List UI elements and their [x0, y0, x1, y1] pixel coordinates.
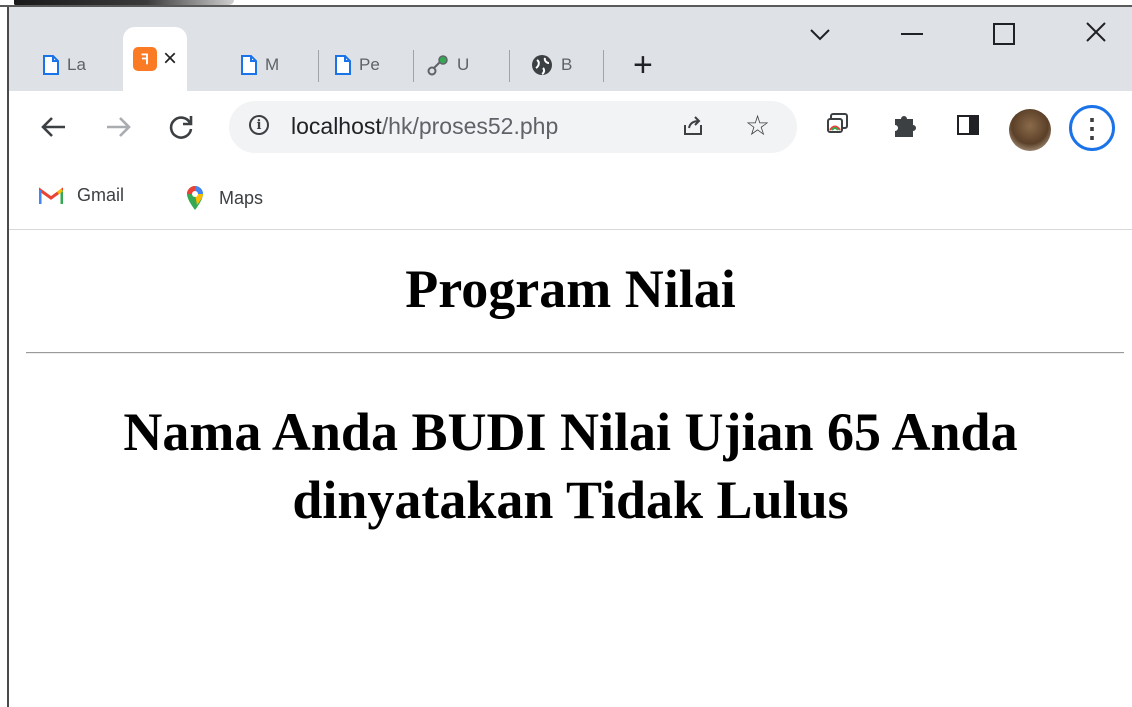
tab-strip: La ꟻ × M Pe U B +: [9, 7, 1132, 91]
tab-1[interactable]: La: [43, 47, 86, 83]
result-message: Nama Anda BUDI Nilai Ujian 65 Anda dinya…: [123, 402, 1018, 530]
tab-separator: [413, 50, 414, 82]
tab-4-label: Pe: [359, 55, 380, 74]
tab-separator: [603, 50, 604, 82]
link-icon: [427, 55, 448, 76]
bookmark-star-button[interactable]: ☆: [745, 109, 770, 142]
puzzle-icon: [895, 116, 916, 137]
address-bar[interactable]: i localhost/hk/proses52.php ☆: [229, 101, 797, 153]
xampp-icon: ꟻ: [133, 47, 157, 71]
url-path: /hk/proses52.php: [381, 113, 559, 139]
forward-arrow-icon: [107, 117, 131, 137]
tab-search-button[interactable]: [809, 21, 831, 49]
page-content: Program Nilai Nama Anda BUDI Nilai Ujian…: [9, 230, 1132, 707]
reload-button[interactable]: [167, 113, 195, 150]
star-icon: ☆: [745, 110, 771, 141]
tab-separator: [509, 50, 510, 82]
close-window-button[interactable]: [1085, 21, 1107, 50]
share-icon: [684, 116, 702, 135]
bookmark-maps[interactable]: Maps: [185, 185, 263, 211]
chrome-menu-button[interactable]: ⋮: [1069, 105, 1115, 151]
back-button[interactable]: [39, 113, 67, 150]
tab-3[interactable]: M: [241, 47, 279, 83]
document-icon: [241, 55, 257, 75]
share-button[interactable]: [681, 113, 705, 143]
tab-1-label: La: [67, 55, 86, 74]
tab-5[interactable]: U: [427, 47, 469, 83]
new-tab-button[interactable]: +: [633, 47, 653, 83]
tab-5-label: U: [457, 55, 470, 74]
tab-4[interactable]: Pe: [335, 47, 380, 83]
horizontal-rule: [26, 352, 1124, 354]
browser-window: La ꟻ × M Pe U B + i localhost/hk/proses5…: [7, 7, 1132, 707]
minimize-icon: [901, 33, 923, 35]
chevron-down-icon: [810, 29, 830, 41]
gmail-icon: [39, 186, 63, 204]
reload-icon: [169, 116, 193, 139]
bookmark-maps-label: Maps: [219, 187, 264, 208]
page-title: Program Nilai: [405, 259, 736, 319]
document-icon: [43, 55, 59, 75]
close-icon: [1086, 22, 1106, 42]
bookmarks-bar: Gmail Maps: [9, 171, 1132, 230]
desktop-edge: [0, 0, 1132, 7]
bookmark-gmail[interactable]: Gmail: [39, 185, 124, 206]
globe-icon: [532, 55, 552, 75]
maximize-icon: [993, 23, 1015, 45]
minimize-button[interactable]: [901, 33, 923, 35]
url-text[interactable]: localhost/hk/proses52.php: [291, 113, 558, 140]
tab-separator: [318, 50, 319, 82]
tab-3-label: M: [265, 55, 280, 74]
url-host: localhost: [291, 113, 382, 139]
toolbar: i localhost/hk/proses52.php ☆ ⋮: [9, 91, 1132, 171]
extensions-button[interactable]: [891, 111, 919, 144]
cast-media-button[interactable]: [825, 111, 851, 142]
document-icon: [335, 55, 351, 75]
side-panel-icon: [957, 115, 979, 135]
media-router-icon: [827, 113, 848, 133]
forward-button[interactable]: [105, 113, 133, 150]
tab-2-active[interactable]: ꟻ ×: [123, 27, 188, 91]
site-info-icon[interactable]: i: [249, 115, 269, 135]
tab-6-label: B: [561, 55, 573, 74]
back-arrow-icon: [41, 117, 65, 137]
tab-6[interactable]: B: [531, 47, 572, 83]
side-panel-button[interactable]: [957, 115, 979, 135]
close-tab-icon[interactable]: ×: [163, 47, 177, 71]
bookmark-gmail-label: Gmail: [77, 185, 125, 205]
more-vertical-icon: ⋮: [1079, 112, 1105, 143]
maps-icon: [187, 186, 203, 210]
maximize-button[interactable]: [993, 23, 1015, 45]
profile-avatar[interactable]: [1009, 109, 1051, 151]
